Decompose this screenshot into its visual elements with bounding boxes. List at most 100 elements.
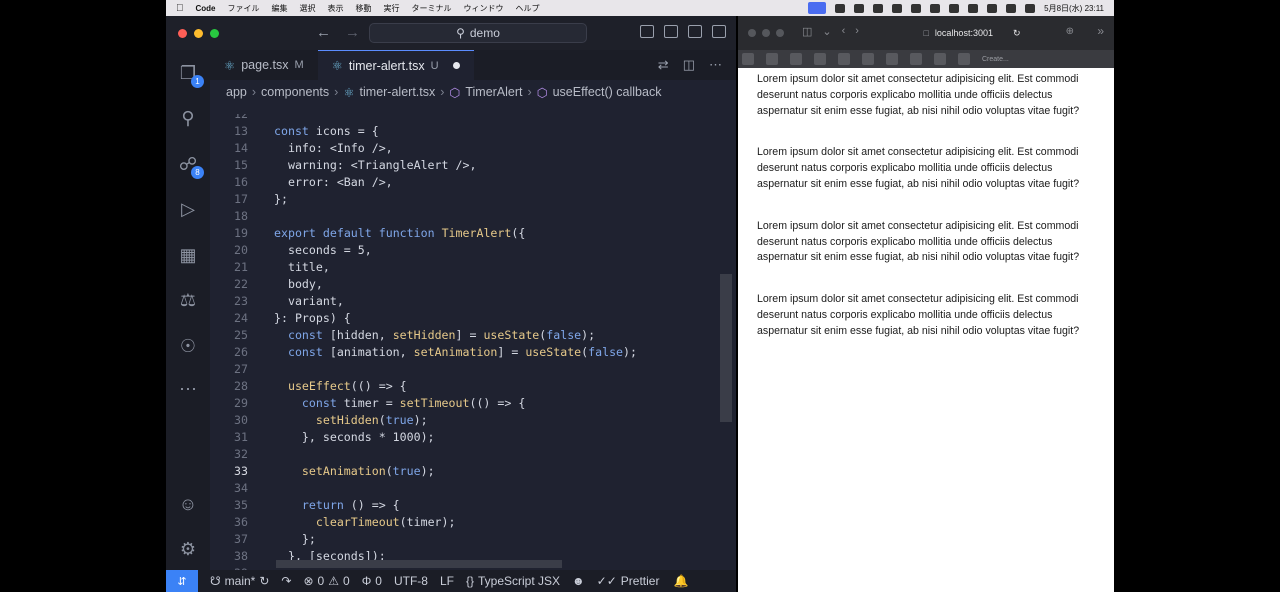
breadcrumb-item[interactable]: useEffect() callback (553, 85, 662, 99)
tray-icon[interactable] (854, 3, 865, 13)
close-window-button[interactable] (748, 29, 756, 37)
tray-icon[interactable] (949, 3, 960, 13)
tray-icon[interactable] (930, 3, 941, 13)
more-icon[interactable]: ⋯ (177, 378, 199, 400)
code-line[interactable]: 23 variant, (210, 293, 720, 310)
favorite-icon[interactable] (934, 53, 946, 65)
code-line[interactable]: 29 const timer = setTimeout(() => { (210, 395, 720, 412)
code-line[interactable]: 17}; (210, 191, 720, 208)
menu-view[interactable]: 表示 (328, 3, 344, 14)
ports-status[interactable]: Φ 0 (362, 574, 382, 588)
code-line[interactable]: 28 useEffect(() => { (210, 378, 720, 395)
language-mode[interactable]: {} TypeScript JSX (466, 574, 560, 588)
live-share-status[interactable]: ↷ (281, 574, 291, 588)
favorite-icon[interactable] (958, 53, 970, 65)
minimize-window-button[interactable] (194, 28, 203, 38)
chevron-down-icon[interactable]: ⌄ (822, 25, 831, 38)
favorite-icon[interactable] (910, 53, 922, 65)
code-line[interactable]: 34 (210, 480, 720, 497)
code-line[interactable]: 13 const icons = { (210, 123, 720, 140)
code-line[interactable]: 26 const [animation, setAnimation] = use… (210, 344, 720, 361)
menu-terminal[interactable]: ターミナル (412, 3, 452, 14)
problems-status[interactable]: ⊗ 0 ⚠ 0 (303, 574, 349, 588)
prettier-status[interactable]: ✓✓ Prettier (597, 574, 660, 588)
eol-status[interactable]: LF (440, 574, 454, 588)
open-changes-icon[interactable]: ⇄ (658, 57, 669, 73)
unsaved-dot-icon[interactable] (452, 62, 460, 69)
wifi-icon[interactable] (987, 3, 998, 13)
toggle-primary-sidebar-icon[interactable] (640, 25, 654, 38)
code-line[interactable]: 37 }; (210, 531, 720, 548)
code-line[interactable]: 16 error: <Ban />, (210, 174, 720, 191)
favorite-icon[interactable] (814, 53, 826, 65)
extensions-icon[interactable]: ▦ (177, 244, 199, 266)
code-editor[interactable]: 12 13 const icons = {14 info: <Info />, 15 … (210, 114, 736, 570)
more-actions-icon[interactable]: ⋯ (709, 57, 722, 73)
tray-icon[interactable] (968, 3, 979, 13)
reload-icon[interactable]: ↻ (1013, 28, 1021, 39)
breadcrumb-item[interactable]: components (261, 85, 329, 99)
menu-go[interactable]: 移動 (356, 3, 372, 14)
menu-help[interactable]: ヘルプ (516, 3, 540, 14)
breadcrumb-item[interactable]: TimerAlert (465, 85, 522, 99)
git-graph-icon[interactable]: ☉ (177, 335, 199, 357)
zoom-window-button[interactable] (210, 28, 219, 38)
horizontal-scrollbar[interactable] (276, 560, 562, 568)
back-arrow-icon[interactable]: ← (316, 24, 331, 41)
tray-icon[interactable] (911, 3, 922, 13)
split-editor-icon[interactable]: ◫ (683, 57, 695, 73)
favorite-icon[interactable] (766, 53, 778, 65)
source-control-icon[interactable]: ☍ 8 (177, 153, 204, 179)
download-icon[interactable]: ⊕ (1066, 26, 1074, 37)
menu-edit[interactable]: 編集 (272, 3, 288, 14)
favorite-icon[interactable] (838, 53, 850, 65)
app-menu[interactable]: Code (196, 4, 216, 13)
code-line[interactable]: 31 }, seconds * 1000); (210, 429, 720, 446)
back-chevron-icon[interactable]: ‹ (842, 25, 846, 38)
tray-icon[interactable] (873, 3, 884, 13)
search-icon[interactable] (1006, 3, 1017, 13)
code-line[interactable]: 20 seconds = 5, (210, 242, 720, 259)
tab-page-tsx[interactable]: ⚛ page.tsx M (210, 50, 318, 80)
explorer-icon[interactable]: ❐ 1 (177, 62, 204, 88)
code-line[interactable]: 14 info: <Info />, (210, 140, 720, 157)
command-center[interactable]: ⚲ demo (369, 23, 587, 43)
menu-selection[interactable]: 選択 (300, 3, 316, 14)
encoding-status[interactable]: UTF-8 (394, 574, 428, 588)
code-line[interactable]: 21 title, (210, 259, 720, 276)
code-line[interactable]: 25 const [hidden, setHidden] = useState(… (210, 327, 720, 344)
favorite-x-icon[interactable] (742, 53, 754, 65)
apple-icon[interactable]:  (176, 3, 184, 14)
code-line[interactable]: 18 (210, 208, 720, 225)
screen-record-icon[interactable] (808, 2, 827, 14)
code-line[interactable]: 12 (210, 114, 720, 123)
close-window-button[interactable] (178, 28, 187, 38)
forward-chevron-icon[interactable]: › (855, 25, 859, 38)
search-icon[interactable]: ⚲ (177, 107, 199, 129)
minimize-window-button[interactable] (762, 29, 770, 37)
overflow-chevron-icon[interactable]: » (1097, 24, 1104, 38)
sidebar-icon[interactable]: ◫ (802, 25, 812, 38)
code-line[interactable]: 19 export default function TimerAlert({ (210, 225, 720, 242)
breadcrumb-item[interactable]: timer-alert.tsx (360, 85, 436, 99)
notifications-bell-icon[interactable]: 🔔 (673, 574, 688, 588)
menu-run[interactable]: 実行 (384, 3, 400, 14)
menubar-clock[interactable]: 5月8日(水) 23:11 (1044, 3, 1104, 14)
code-line[interactable]: 30 setHidden(true); (210, 412, 720, 429)
breadcrumb-item[interactable]: app (226, 85, 247, 99)
code-line[interactable]: 33 setAnimation(true); (210, 463, 720, 480)
forward-arrow-icon[interactable]: → (345, 24, 360, 41)
favorite-icon[interactable] (790, 53, 802, 65)
favorite-icon[interactable] (862, 53, 874, 65)
tray-icon[interactable] (835, 3, 846, 13)
customize-layout-icon[interactable] (712, 25, 726, 38)
code-line[interactable]: 27 (210, 361, 720, 378)
zoom-window-button[interactable] (776, 29, 784, 37)
vertical-scrollbar[interactable] (720, 274, 732, 422)
toggle-secondary-sidebar-icon[interactable] (688, 25, 702, 38)
tray-icon[interactable] (892, 3, 903, 13)
manage-gear-icon[interactable]: ⚙ (177, 538, 199, 560)
tab-timer-alert-tsx[interactable]: ⚛ timer-alert.tsx U (317, 50, 474, 80)
copilot-status[interactable]: ☻ (572, 574, 585, 588)
menu-window[interactable]: ウィンドウ (464, 3, 504, 14)
